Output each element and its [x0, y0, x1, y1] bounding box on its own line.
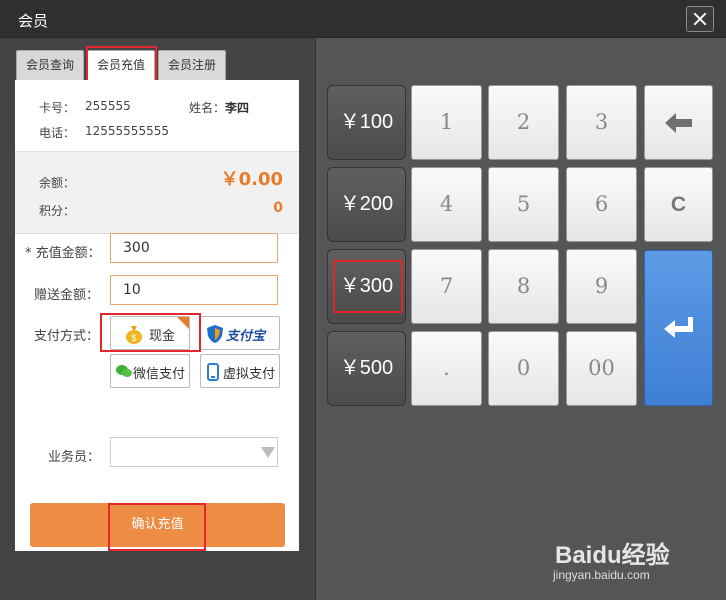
pay-alipay-button[interactable]: 支付宝 — [200, 316, 280, 350]
annotation-highlight-amount — [333, 260, 403, 313]
name-value: 李四 — [225, 101, 250, 115]
staff-select[interactable] — [110, 437, 278, 467]
key-1[interactable]: 1 — [411, 85, 482, 160]
backspace-icon — [664, 113, 692, 133]
key-8[interactable]: 8 — [488, 249, 559, 324]
enter-icon — [664, 317, 693, 338]
wechat-icon — [116, 364, 132, 382]
amount-500-button[interactable]: ￥500 — [327, 331, 406, 406]
key-7[interactable]: 7 — [411, 249, 482, 324]
name-label: 姓名： — [189, 101, 226, 115]
pay-wechat-button[interactable]: 微信支付 — [110, 354, 190, 388]
card-no-value: 255555 — [85, 99, 131, 113]
enter-button[interactable] — [644, 250, 713, 406]
points-value: 0 — [273, 200, 283, 216]
baidu-watermark: Baidu经验 — [555, 542, 670, 569]
key-2[interactable]: 2 — [488, 85, 559, 160]
annotation-highlight-cash — [100, 313, 201, 352]
amount-200-button[interactable]: ￥200 — [327, 167, 406, 242]
dropdown-arrow-icon — [261, 447, 275, 458]
balance-info: 余额： ￥0.00 积分： 0 — [15, 152, 299, 234]
balance-label: 余额： — [39, 176, 76, 190]
amount-input[interactable]: 300 — [110, 233, 278, 263]
pay-alipay-label: 支付宝 — [226, 329, 266, 344]
member-info: 卡号： 255555 姓名： 李四 电话： 12555555555 — [15, 80, 299, 152]
annotation-highlight-confirm — [108, 503, 206, 551]
amount-100-button[interactable]: ￥100 — [327, 85, 406, 160]
payment-label: 支付方式： — [34, 329, 100, 344]
tab-member-query[interactable]: 会员查询 — [16, 50, 84, 80]
amount-label: * 充值金额： — [25, 246, 101, 261]
key-3[interactable]: 3 — [566, 85, 637, 160]
pay-wechat-label: 微信支付 — [133, 367, 186, 382]
key-4[interactable]: 4 — [411, 167, 482, 242]
key-9[interactable]: 9 — [566, 249, 637, 324]
clear-button[interactable]: C — [644, 167, 713, 242]
balance-value: ￥0.00 — [220, 169, 283, 190]
tab-member-register[interactable]: 会员注册 — [158, 50, 226, 80]
backspace-button[interactable] — [644, 85, 713, 160]
window-title: 会员 — [18, 12, 49, 30]
key-6[interactable]: 6 — [566, 167, 637, 242]
close-button[interactable] — [686, 6, 714, 32]
pay-virtual-label: 虚拟支付 — [223, 367, 276, 382]
annotation-highlight-tab — [86, 46, 157, 84]
staff-label: 业务员： — [48, 450, 101, 465]
key-5[interactable]: 5 — [488, 167, 559, 242]
key-dot[interactable]: . — [411, 331, 482, 406]
phone-icon — [207, 363, 219, 385]
pay-virtual-button[interactable]: 虚拟支付 — [200, 354, 280, 388]
gift-input[interactable]: 10 — [110, 275, 278, 305]
title-bar: 会员 — [0, 0, 726, 38]
phone-label: 电话： — [39, 126, 76, 140]
key-00[interactable]: 00 — [566, 331, 637, 406]
baidu-watermark-url: jingyan.baidu.com — [553, 568, 650, 582]
key-0[interactable]: 0 — [488, 331, 559, 406]
phone-value: 12555555555 — [85, 124, 169, 138]
card-no-label: 卡号： — [39, 101, 76, 115]
points-label: 积分： — [39, 204, 76, 218]
alipay-shield-icon — [206, 324, 224, 348]
gift-label: 赠送金额： — [34, 288, 100, 303]
